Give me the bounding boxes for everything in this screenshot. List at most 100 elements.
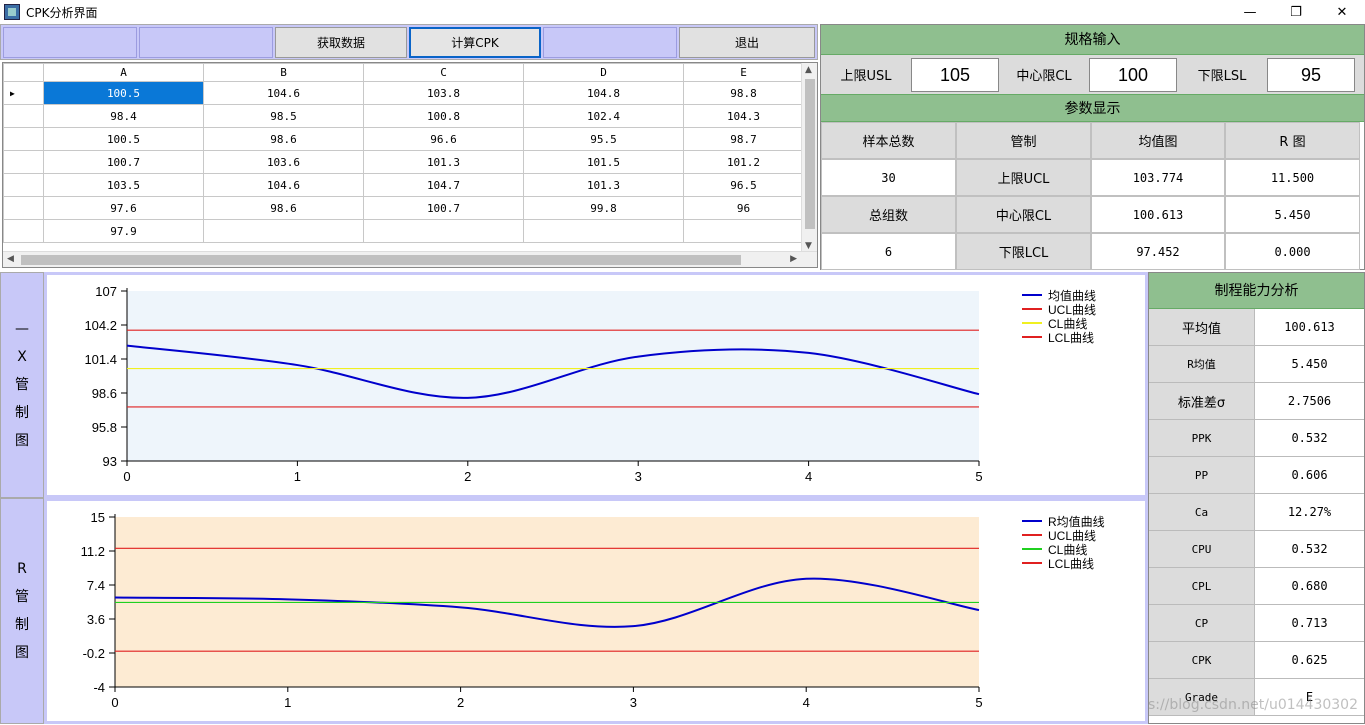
grid-cell[interactable]: 98.6	[203, 127, 364, 151]
grid-cell[interactable]: 104.6	[203, 173, 364, 197]
x-tick-label: 0	[123, 469, 130, 484]
grid-cell[interactable]: 97.6	[43, 196, 204, 220]
grid-cell[interactable]: 104.7	[363, 173, 524, 197]
grid-cell[interactable]	[523, 219, 684, 243]
grid-cell[interactable]: 103.8	[363, 81, 524, 105]
calc-cpk-button[interactable]: 计算CPK	[409, 27, 541, 58]
x-tick-label: 3	[635, 469, 642, 484]
blank-button-3[interactable]	[543, 27, 677, 58]
lsl-input[interactable]: 95	[1267, 57, 1355, 92]
grid-cell[interactable]: 98.4	[43, 104, 204, 128]
grid-cell[interactable]: 100.5	[43, 81, 204, 105]
capability-row: CPU 0.532	[1149, 531, 1364, 568]
watermark: https://blog.csdn.net/u014430302	[1148, 697, 1358, 713]
capability-label: CPU	[1149, 531, 1255, 567]
capability-row: 标准差σ 2.7506	[1149, 383, 1364, 420]
grid-cell[interactable]: 98.5	[203, 104, 364, 128]
grid-cell[interactable]: 99.8	[523, 196, 684, 220]
spec-title: 规格输入	[821, 25, 1364, 55]
grid-cell[interactable]: 100.7	[363, 196, 524, 220]
table-row[interactable]: 97.9	[3, 219, 804, 243]
grid-cell[interactable]: 96.6	[363, 127, 524, 151]
capability-label: 标准差σ	[1149, 383, 1255, 419]
col-header[interactable]: D	[523, 63, 684, 82]
grid-cell[interactable]: 100.5	[43, 127, 204, 151]
grid-cell[interactable]: 103.5	[43, 173, 204, 197]
x-tick-label: 2	[457, 695, 464, 710]
grid-cell[interactable]: 101.3	[363, 150, 524, 174]
grid-cell[interactable]: 98.8	[683, 81, 804, 105]
table-row[interactable]: 98.4 98.5 100.8 102.4 104.3	[3, 104, 804, 128]
row-header[interactable]	[3, 150, 44, 174]
vscroll-thumb[interactable]	[805, 79, 815, 229]
scroll-right-icon[interactable]: ▶	[790, 254, 797, 264]
grid-cell[interactable]: 101.2	[683, 150, 804, 174]
capability-value: 0.680	[1291, 579, 1328, 593]
grid-cell[interactable]: 102.4	[523, 104, 684, 128]
grid-cell[interactable]: 101.5	[523, 150, 684, 174]
side-char: —	[15, 321, 29, 337]
grid-vscrollbar[interactable]: ▲ ▼	[801, 63, 817, 253]
r-chart-side-label: R 管 制 图	[0, 498, 44, 724]
r-chart-panel: 15 11.2 7.4 3.6 -0.2 -4 0 1 2 3 4 5 R均值曲线 UCL曲线 CL曲线 LC…	[44, 498, 1148, 724]
row-header[interactable]	[3, 104, 44, 128]
row-header[interactable]	[3, 219, 44, 243]
side-char: 管	[15, 377, 29, 393]
x-tick-label: 0	[111, 695, 118, 710]
blank-button-1[interactable]	[3, 27, 137, 58]
toolbar: 获取数据 计算CPK 退出	[0, 24, 818, 60]
hscroll-thumb[interactable]	[21, 255, 741, 265]
grid-cell[interactable]: 98.6	[203, 196, 364, 220]
blank-button-2[interactable]	[139, 27, 273, 58]
grid-cell[interactable]: 95.5	[523, 127, 684, 151]
lcl-label: 下限LCL	[956, 233, 1091, 270]
scroll-up-icon[interactable]: ▲	[805, 65, 812, 75]
table-row[interactable]: 97.6 98.6 100.7 99.8 96	[3, 196, 804, 220]
capability-value: 0.713	[1291, 616, 1328, 630]
grid-cell[interactable]: 104.6	[203, 81, 364, 105]
grid-cell[interactable]: 96.5	[683, 173, 804, 197]
scroll-left-icon[interactable]: ◀	[7, 254, 14, 264]
grid-hscrollbar[interactable]: ◀ ▶	[3, 251, 817, 267]
row-header[interactable]: ▶	[3, 81, 44, 105]
exit-button[interactable]: 退出	[679, 27, 815, 58]
capability-row: 平均值 100.613	[1149, 309, 1364, 346]
table-row[interactable]: 100.5 98.6 96.6 95.5 98.7	[3, 127, 804, 151]
grid-cell[interactable]: 104.3	[683, 104, 804, 128]
grid-cell[interactable]	[363, 219, 524, 243]
row-header[interactable]	[3, 173, 44, 197]
side-char: 管	[15, 589, 29, 605]
close-icon[interactable]: ✕	[1319, 0, 1365, 24]
scroll-down-icon[interactable]: ▼	[805, 241, 812, 251]
grid-cell[interactable]: 97.9	[43, 219, 204, 243]
grid-cell[interactable]: 96	[683, 196, 804, 220]
grid-cell[interactable]	[203, 219, 364, 243]
table-row[interactable]: ▶ 100.5 104.6 103.8 104.8 98.8	[3, 81, 804, 105]
row-header[interactable]	[3, 127, 44, 151]
grid-cell[interactable]: 98.7	[683, 127, 804, 151]
usl-input[interactable]: 105	[911, 57, 999, 92]
minimize-icon[interactable]: —	[1227, 0, 1273, 24]
col-header[interactable]: E	[683, 63, 804, 82]
groups-value: 6	[821, 233, 956, 270]
r-chart: 15 11.2 7.4 3.6 -0.2 -4 0 1 2 3 4 5 R均值曲线UCL曲线CL曲线LC…	[81, 510, 1105, 710]
data-grid[interactable]: A B C D E ▶ 100.5 104.6 103.8 104.8 98.8 98.4 9…	[2, 62, 818, 268]
col-header[interactable]: C	[363, 63, 524, 82]
table-row[interactable]: 100.7 103.6 101.3 101.5 101.2	[3, 150, 804, 174]
grid-cell[interactable]: 104.8	[523, 81, 684, 105]
grid-cell[interactable]: 101.3	[523, 173, 684, 197]
table-row[interactable]: 103.5 104.6 104.7 101.3 96.5	[3, 173, 804, 197]
grid-cell[interactable]: 103.6	[203, 150, 364, 174]
col-header[interactable]: B	[203, 63, 364, 82]
grid-cell[interactable]	[683, 219, 804, 243]
grid-cell[interactable]: 100.8	[363, 104, 524, 128]
grid-cell[interactable]: 100.7	[43, 150, 204, 174]
plot-area	[127, 291, 979, 461]
col-header[interactable]: A	[43, 63, 204, 82]
params-table: 样本总数 管制 均值图 R 图 30 上限UCL 103.774 11.500 …	[821, 122, 1364, 270]
y-tick-label: 104.2	[84, 318, 117, 333]
row-header[interactable]	[3, 196, 44, 220]
maximize-icon[interactable]: ❐	[1273, 0, 1319, 24]
cl-input[interactable]: 100	[1089, 57, 1177, 92]
get-data-button[interactable]: 获取数据	[275, 27, 407, 58]
